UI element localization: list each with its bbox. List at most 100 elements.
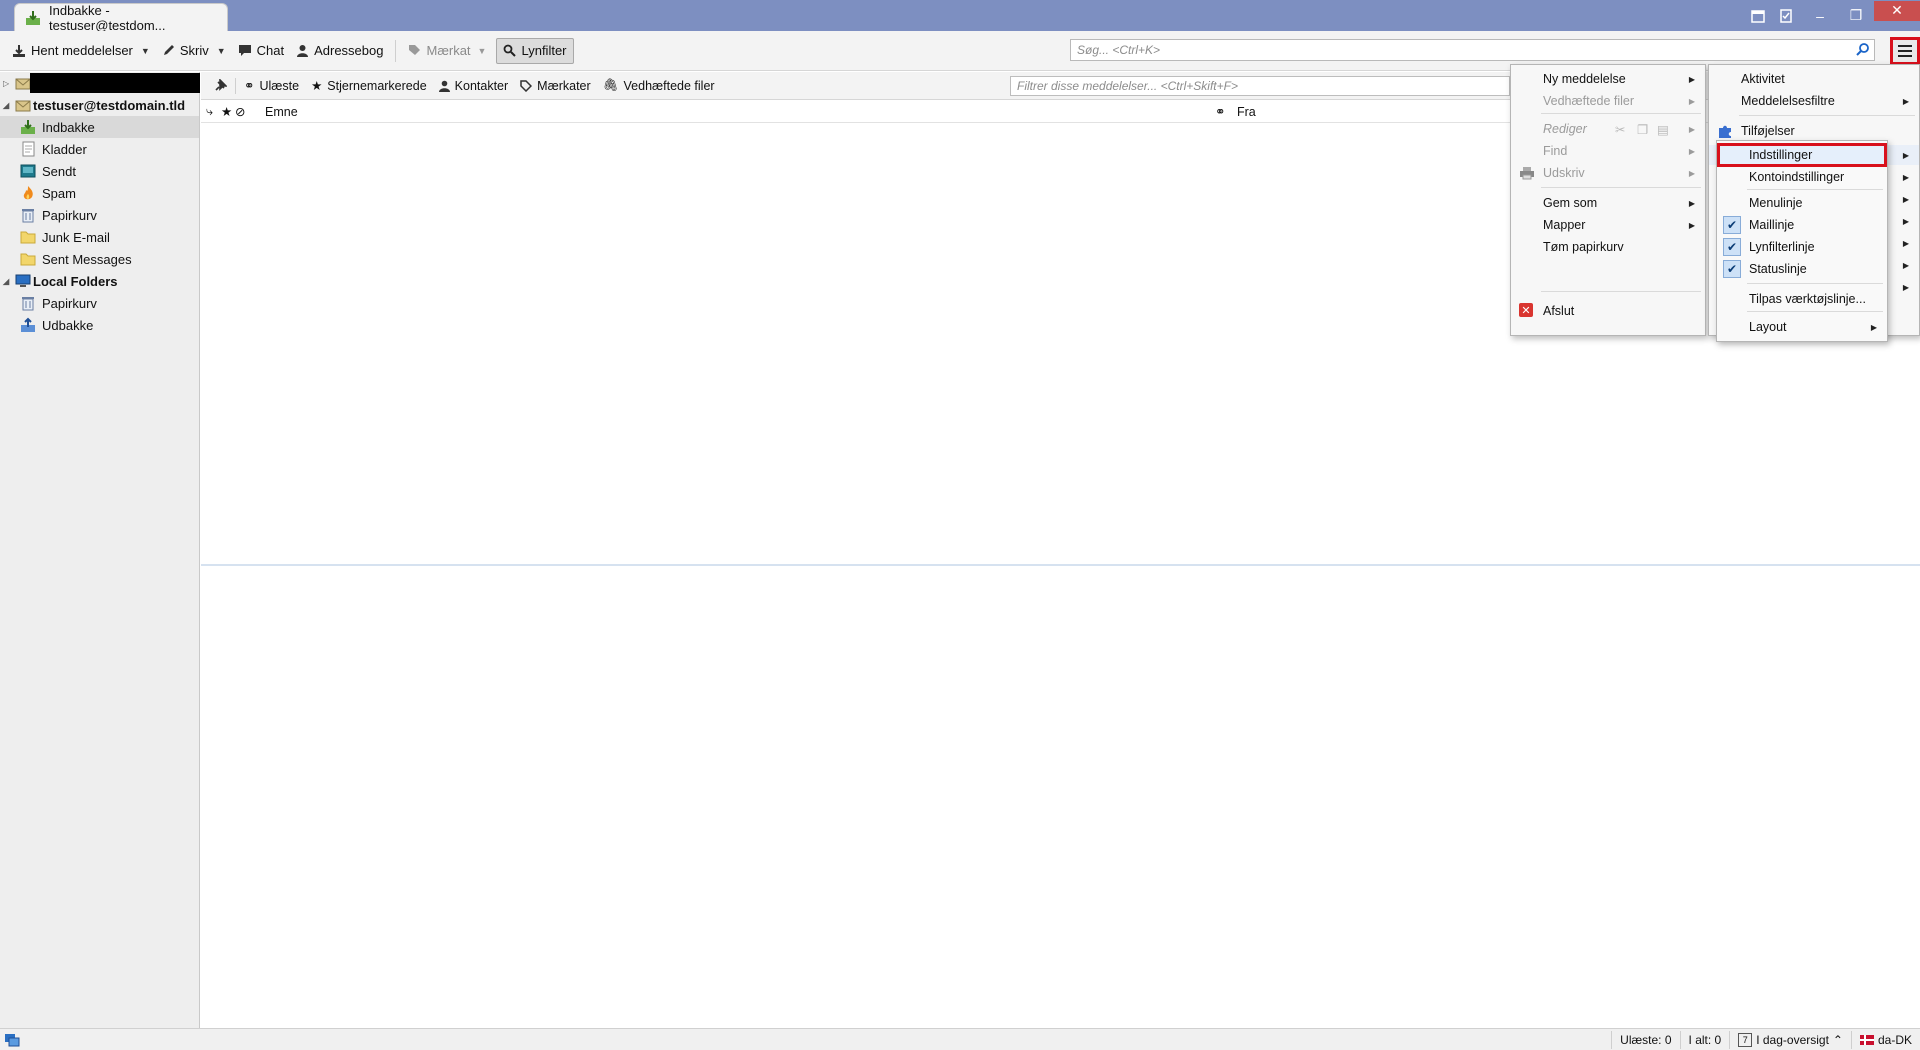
minimize-button[interactable]: –: [1802, 6, 1838, 26]
folder-pane: ▷ ◢ testuser@testdomain.tld Indbakke Kla…: [0, 72, 200, 1028]
read-column-icon[interactable]: ⚭: [1215, 104, 1237, 119]
menu-new-message[interactable]: Ny meddelelse ▶: [1511, 69, 1705, 89]
menu-message-filters[interactable]: Meddelelsesfiltre ▶: [1709, 91, 1919, 111]
today-pane-toggle[interactable]: 7 I dag-oversigt ⌃: [1729, 1031, 1851, 1049]
menu-quickfilter-toggle[interactable]: ✔ Lynfilterlinje: [1717, 237, 1887, 257]
menu-label: Tøm papirkurv: [1543, 240, 1624, 254]
menu-label: Afslut: [1543, 304, 1575, 318]
hidden-account-row[interactable]: ▷: [0, 72, 200, 94]
account-row[interactable]: ◢ testuser@testdomain.tld: [0, 94, 199, 116]
menu-settings[interactable]: Indstillinger: [1717, 143, 1887, 167]
menu-save-as[interactable]: Gem som ▶: [1511, 193, 1705, 213]
title-bar: Indbakke - testuser@testdom... – ❐ ✕: [0, 0, 1920, 33]
collapse-arrow-icon[interactable]: ◢: [3, 277, 11, 286]
computer-icon: [15, 273, 31, 289]
filter-tags-button[interactable]: Mærkater: [514, 79, 596, 93]
from-column-header[interactable]: Fra: [1237, 105, 1256, 119]
quick-filter-button[interactable]: Lynfilter: [496, 37, 574, 64]
menu-label: Tilpas værktøjslinje...: [1749, 292, 1866, 306]
inbox-icon: [20, 119, 36, 135]
contacts-icon: [297, 45, 309, 57]
folder-sent-messages[interactable]: Sent Messages: [0, 248, 199, 270]
subject-column-header[interactable]: Emne: [265, 105, 1215, 119]
filter-attachments-button[interactable]: 🖇 Vedhæftede filer: [597, 78, 721, 93]
expand-arrow-icon[interactable]: ▷: [3, 79, 11, 88]
calendar-icon[interactable]: [1746, 4, 1770, 28]
checkmark-icon: ✔: [1723, 238, 1741, 256]
folder-label: Sent Messages: [42, 251, 132, 267]
search-input[interactable]: Søg... <Ctrl+K>: [1070, 39, 1875, 61]
local-folder-trash[interactable]: Papirkurv: [0, 292, 199, 314]
menu-quit[interactable]: ✕ Afslut: [1511, 301, 1705, 321]
quick-filter-label: Lynfilter: [521, 43, 567, 58]
menu-find[interactable]: Find ▶: [1511, 141, 1705, 161]
close-button[interactable]: ✕: [1874, 0, 1920, 21]
app-menu-main: Ny meddelelse ▶ Vedhæftede filer ▶ Rediger…: [1510, 64, 1706, 336]
menu-attachments[interactable]: Vedhæftede filer ▶: [1511, 91, 1705, 111]
address-book-button[interactable]: Adressebog: [290, 38, 389, 64]
menu-edit[interactable]: Rediger ✂ ❐ ▤ ▶: [1511, 119, 1705, 139]
write-button[interactable]: Skriv: [156, 38, 215, 64]
chat-button[interactable]: Chat: [232, 38, 290, 64]
menu-label: Layout: [1749, 320, 1787, 334]
folder-spam[interactable]: Spam: [0, 182, 199, 204]
outbox-icon: [20, 317, 36, 333]
menu-empty-trash[interactable]: Tøm papirkurv: [1511, 237, 1705, 257]
total-count: I alt: 0: [1679, 1031, 1730, 1049]
folder-label: Junk E-mail: [42, 229, 110, 245]
menu-label: Aktivitet: [1741, 72, 1785, 86]
get-messages-button[interactable]: Hent meddelelser: [6, 38, 139, 64]
local-folders-row[interactable]: ◢ Local Folders: [0, 270, 199, 292]
menu-account-settings[interactable]: Kontoindstillinger: [1717, 167, 1887, 187]
folder-label: Indbakke: [42, 119, 95, 135]
search-icon: [1856, 42, 1870, 59]
folder-drafts[interactable]: Kladder: [0, 138, 199, 160]
tab-inbox[interactable]: Indbakke - testuser@testdom...: [14, 3, 228, 33]
filter-tags-label: Mærkater: [537, 78, 591, 93]
folder-sent[interactable]: Sendt: [0, 160, 199, 182]
menu-menubar-toggle[interactable]: Menulinje: [1717, 193, 1887, 213]
menu-layout[interactable]: Layout ▶: [1717, 317, 1887, 337]
cut-icon: ✂: [1615, 122, 1626, 137]
local-folder-outbox[interactable]: Udbakke: [0, 314, 199, 336]
menu-label: Statuslinje: [1749, 262, 1807, 276]
filter-unread-button[interactable]: ⚭ Ulæste: [238, 78, 305, 94]
filter-contacts-button[interactable]: Kontakter: [433, 79, 515, 93]
attachment-column-icon[interactable]: ⊘: [235, 104, 265, 119]
menu-activity[interactable]: Aktivitet: [1709, 69, 1919, 89]
menu-mail-toolbar-toggle[interactable]: ✔ Maillinje: [1717, 215, 1887, 235]
app-menu-button[interactable]: [1890, 37, 1920, 65]
folder-inbox[interactable]: Indbakke: [0, 116, 199, 138]
tasks-icon[interactable]: [1774, 4, 1798, 28]
restore-button[interactable]: ❐: [1838, 6, 1874, 26]
collapse-arrow-icon[interactable]: ◢: [3, 101, 11, 110]
menu-label: Meddelelsesfiltre: [1741, 94, 1835, 108]
menu-addons[interactable]: Tilføjelser: [1709, 121, 1919, 141]
chat-icon: [238, 45, 251, 56]
filter-contacts-label: Kontakter: [454, 78, 509, 93]
filter-messages-input[interactable]: Filtrer disse meddelelser... <Ctrl+Skift…: [1010, 76, 1510, 96]
thread-column-icon[interactable]: ⤷: [201, 104, 221, 119]
menu-customize-toolbar[interactable]: Tilpas værktøjslinje...: [1717, 289, 1887, 309]
menu-statusbar-toggle[interactable]: ✔ Statuslinje: [1717, 259, 1887, 279]
filter-starred-label: Stjernemarkerede: [327, 78, 427, 93]
menu-label: Find: [1543, 144, 1568, 158]
folder-label: Papirkurv: [42, 295, 97, 311]
sticky-filter-button[interactable]: [207, 78, 233, 93]
write-dropdown-icon[interactable]: ▼: [217, 46, 226, 56]
trash-icon: [20, 207, 36, 223]
message-pane-splitter[interactable]: [201, 564, 1920, 566]
account-icon: [15, 97, 31, 113]
online-status-icon[interactable]: [4, 1033, 20, 1047]
folder-trash[interactable]: Papirkurv: [0, 204, 199, 226]
get-messages-dropdown-icon[interactable]: ▼: [141, 46, 150, 56]
redacted-account: [30, 73, 200, 93]
folder-junk-email[interactable]: Junk E-mail: [0, 226, 199, 248]
star-column-icon[interactable]: ★: [221, 104, 235, 119]
menu-print[interactable]: Udskriv ▶: [1511, 163, 1705, 183]
filter-starred-button[interactable]: ★ Stjernemarkerede: [305, 78, 433, 94]
menu-folders[interactable]: Mapper ▶: [1511, 215, 1705, 235]
pencil-icon: [163, 45, 174, 55]
tag-button[interactable]: Mærkat ▼: [402, 38, 492, 64]
locale-indicator[interactable]: da-DK: [1850, 1031, 1920, 1049]
